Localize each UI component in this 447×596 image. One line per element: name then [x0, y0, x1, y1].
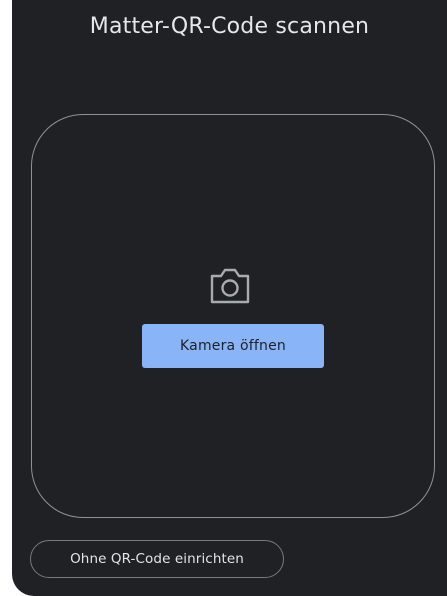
scan-frame — [31, 114, 435, 518]
open-camera-button[interactable]: Kamera öffnen — [142, 324, 324, 368]
camera-icon — [210, 268, 250, 304]
page-title: Matter-QR-Code scannen — [89, 14, 370, 39]
setup-without-qr-button[interactable]: Ohne QR-Code einrichten — [30, 540, 284, 578]
scan-screen: Matter-QR-Code scannen Kamera öffnen Ohn… — [12, 0, 447, 596]
